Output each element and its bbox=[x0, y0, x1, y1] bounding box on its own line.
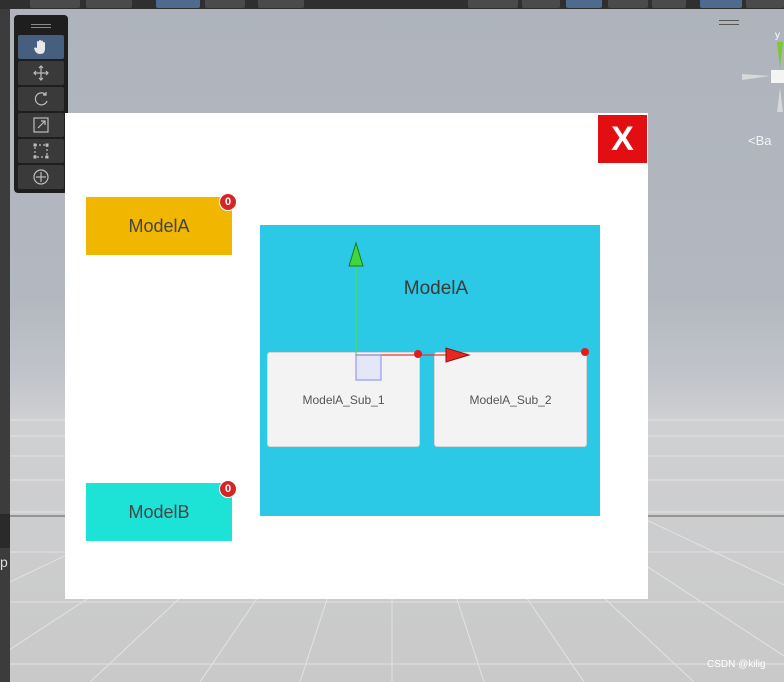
transform-icon bbox=[33, 169, 49, 185]
view-mode-text: Ba bbox=[755, 133, 772, 148]
modelA-button[interactable]: ModelA bbox=[86, 197, 232, 255]
rotate-icon bbox=[34, 92, 48, 106]
scene-toolbar bbox=[0, 0, 784, 9]
hand-tool-button[interactable] bbox=[18, 35, 64, 59]
modelA-count-badge: 0 bbox=[219, 193, 237, 211]
back-chevron: < bbox=[748, 133, 756, 148]
toolbar-button-active[interactable] bbox=[156, 0, 200, 8]
toolbar-button[interactable] bbox=[258, 0, 304, 8]
tools-grip[interactable] bbox=[18, 19, 64, 33]
rotate-tool-button[interactable] bbox=[18, 87, 64, 111]
toolbar-button[interactable] bbox=[746, 0, 784, 8]
toolbar-button[interactable] bbox=[86, 0, 132, 8]
toolbar-button[interactable] bbox=[608, 0, 648, 8]
left-edge-panel bbox=[0, 514, 10, 548]
modelA-display-title: ModelA bbox=[403, 278, 469, 299]
toolbar-button[interactable] bbox=[522, 0, 560, 8]
modelA-sub-2-card[interactable]: ModelA_Sub_2 bbox=[434, 352, 587, 447]
left-edge-glyph: p bbox=[0, 554, 8, 570]
toolbar-button-active[interactable] bbox=[700, 0, 742, 8]
scale-tool-button[interactable] bbox=[18, 113, 64, 137]
modelB-button[interactable]: ModelB bbox=[86, 483, 232, 541]
move-tool-button[interactable] bbox=[18, 61, 64, 85]
toolbar-button[interactable] bbox=[652, 0, 686, 8]
rect-transform-icon bbox=[33, 143, 49, 159]
move-icon bbox=[33, 65, 49, 81]
left-editor-edge: p bbox=[0, 9, 10, 682]
modelB-count-badge: 0 bbox=[219, 480, 237, 498]
hand-icon bbox=[34, 40, 45, 54]
gizmo-view-label[interactable]: <Ba bbox=[748, 133, 772, 148]
scale-icon bbox=[33, 117, 49, 133]
watermark: CSDN @kilig bbox=[707, 659, 766, 670]
toolbar-button-active[interactable] bbox=[566, 0, 602, 8]
tools-panel bbox=[14, 15, 68, 193]
rect-tool-button[interactable] bbox=[18, 139, 64, 163]
transform-tool-button[interactable] bbox=[18, 165, 64, 189]
toolbar-button[interactable] bbox=[205, 0, 245, 8]
gizmo-axis-label: y bbox=[775, 30, 780, 41]
close-button[interactable]: X bbox=[598, 115, 647, 163]
modelA-sub-1-card[interactable]: ModelA_Sub_1 bbox=[267, 352, 420, 447]
toolbar-button[interactable] bbox=[30, 0, 80, 8]
toolbar-button[interactable] bbox=[468, 0, 518, 8]
